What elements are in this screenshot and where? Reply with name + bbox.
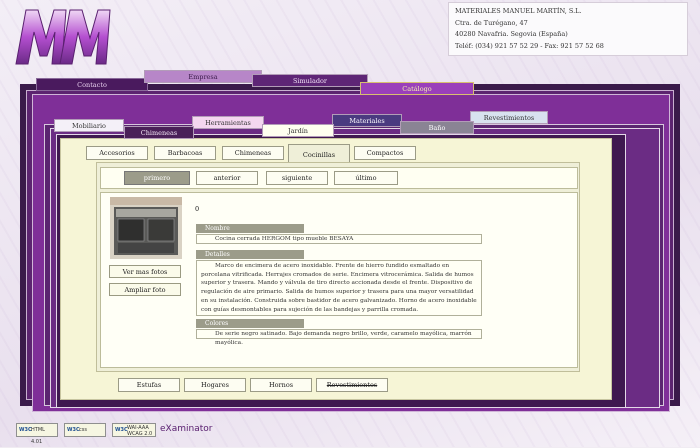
bottomtab-revestimientos[interactable]: Revestimientos (316, 378, 388, 392)
tab-jardin[interactable]: Jardín (262, 124, 334, 137)
colors-field: De serie negro satinado. Bajo demanda ne… (196, 329, 482, 346)
tab-herramientas[interactable]: Herramientas (192, 116, 264, 129)
company-street: Ctra. de Turégano, 47 (455, 18, 528, 27)
subtab-chimeneas[interactable]: Chimeneas (222, 146, 284, 160)
bottomtab-hogares[interactable]: Hogares (184, 378, 246, 392)
subtab-compactos[interactable]: Compactos (354, 146, 416, 160)
more-photos-button[interactable]: Ver mas fotos (109, 265, 181, 278)
tab-catalogo[interactable]: Catálogo (360, 82, 474, 95)
name-label: Nombre (196, 224, 304, 233)
colors-label: Colores (196, 319, 304, 328)
details-field: Marco de encimera de acero inoxidable. F… (196, 260, 482, 316)
w3c-logo-icon: W3C (19, 427, 32, 433)
w3c-css-badge[interactable]: W3C css (64, 423, 106, 437)
tab-materiales[interactable]: Materiales (332, 114, 402, 127)
bottomtab-estufas[interactable]: Estufas (118, 378, 180, 392)
bottomtab-hornos[interactable]: Hornos (250, 378, 312, 392)
name-field: Cocina cerrada HERGOM tipo mueble BESAYA (196, 234, 482, 244)
tab-simulador[interactable]: Simulador (252, 74, 368, 87)
w3c-logo-icon: W3C (67, 427, 80, 433)
subtab-cocinillas[interactable]: Cocinillas (288, 144, 350, 162)
company-address-box: MATERIALES MANUEL MARTÍN, S.L. Ctra. de … (448, 2, 688, 56)
pager-first-button[interactable]: primero (124, 171, 190, 185)
w3c-wai-badge[interactable]: W3C WAI-AAA WCAG 2.0 (112, 423, 156, 437)
w3c-wai-text: WAI-AAA WCAG 2.0 (127, 425, 153, 437)
pager-last-button[interactable]: último (334, 171, 398, 185)
company-name: MATERIALES MANUEL MARTÍN, S.L. (455, 7, 582, 15)
w3c-html-badge[interactable]: W3C HTML 4.01 (16, 423, 58, 445)
enlarge-photo-button[interactable]: Ampliar foto (109, 283, 181, 296)
mm-logo (15, 9, 111, 65)
product-photo[interactable] (110, 197, 182, 259)
subtab-accesorios[interactable]: Accesorios (86, 146, 148, 160)
tab-empresa[interactable]: Empresa (144, 70, 262, 83)
product-index: 0 (195, 205, 200, 213)
tab-contacto[interactable]: Contacto (36, 78, 148, 91)
pager-prev-button[interactable]: anterior (196, 171, 258, 185)
company-city: 40280 Navafria. Segovia (España) (455, 30, 568, 38)
tab-chimeneas[interactable]: Chimeneas (124, 126, 194, 139)
pager-next-button[interactable]: siguiente (266, 171, 328, 185)
details-label: Detalles (196, 250, 304, 259)
tab-revestimientos[interactable]: Revestimientos (470, 111, 548, 124)
examinator-link[interactable]: eXaminator (160, 424, 212, 434)
subtab-barbacoas[interactable]: Barbacoas (154, 146, 216, 160)
tab-bano[interactable]: Baño (400, 121, 474, 134)
tab-mobiliario[interactable]: Mobiliario (54, 119, 124, 132)
w3c-logo-icon: W3C (115, 427, 128, 433)
w3c-css-text: css (79, 427, 87, 433)
company-phone: Teléf: (034) 921 57 52 29 - Fax: 921 57 … (455, 41, 604, 50)
